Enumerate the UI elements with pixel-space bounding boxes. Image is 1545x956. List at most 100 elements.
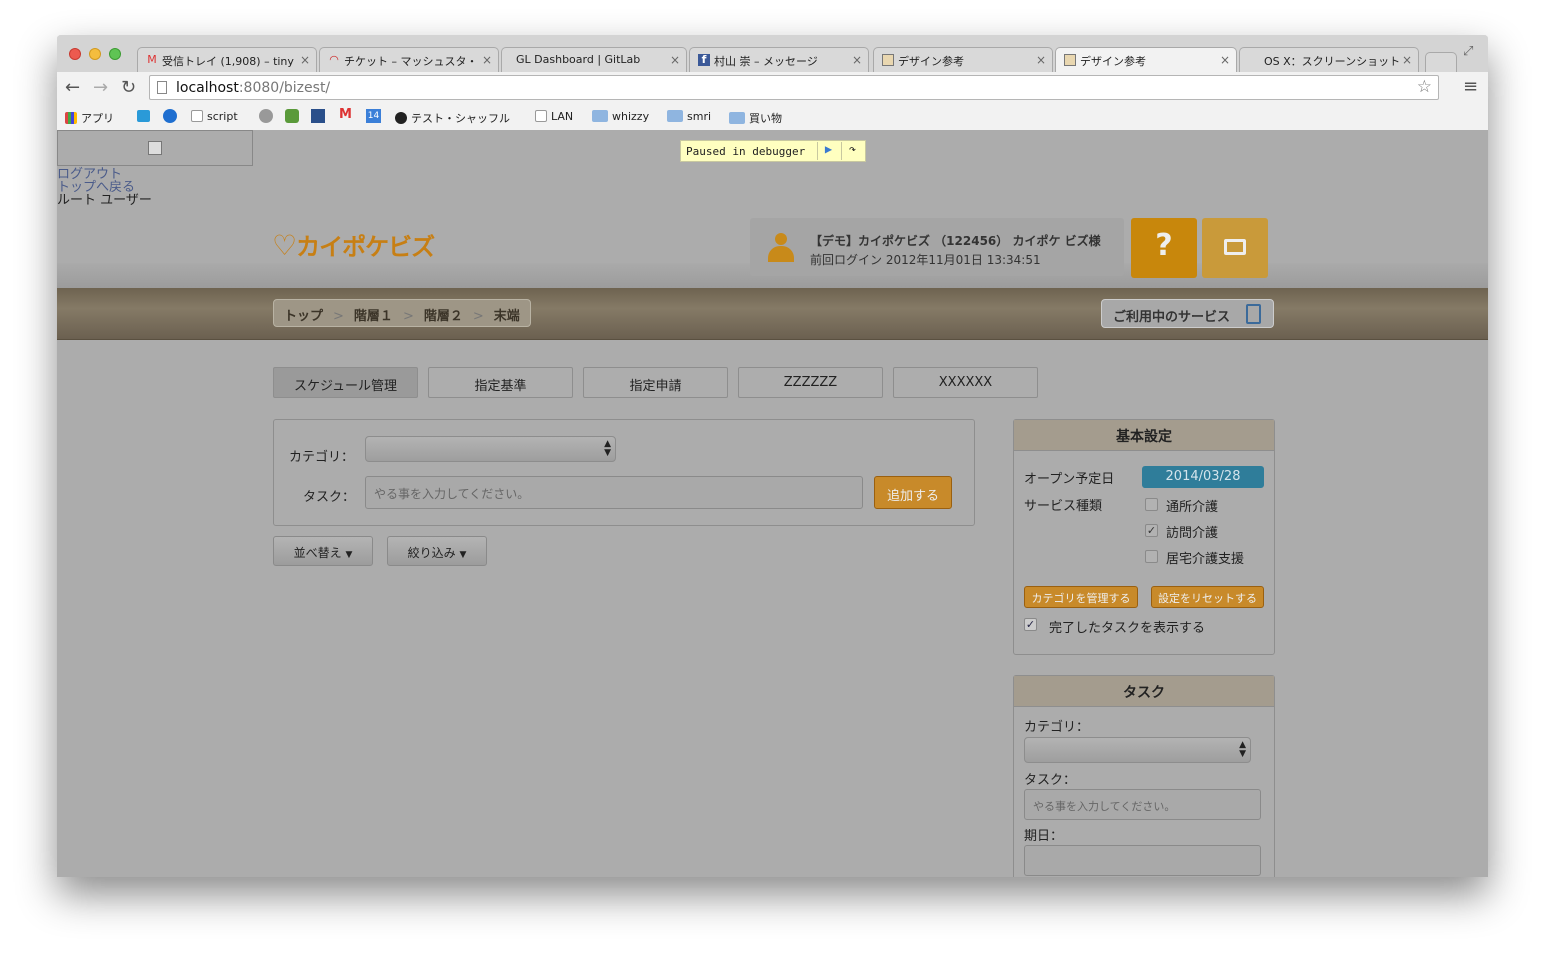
show-completed-checkbox[interactable]: ✓ — [1024, 618, 1037, 631]
close-tab-icon[interactable]: × — [482, 53, 492, 67]
breadcrumb: トップ > 階層１ > 階層２ > 末端 — [273, 299, 531, 327]
bookmark-apps[interactable]: アプリ — [65, 110, 114, 126]
close-tab-icon[interactable]: × — [670, 53, 680, 67]
category-select[interactable]: ▲ ▼ — [365, 436, 616, 462]
zoom-window-icon[interactable] — [109, 48, 121, 60]
close-tab-icon[interactable]: × — [1220, 53, 1230, 67]
service-checkbox[interactable] — [1145, 498, 1158, 511]
bookmark-icon-1[interactable] — [137, 110, 150, 122]
close-tab-icon[interactable]: × — [1036, 53, 1046, 67]
tab-schedule[interactable]: スケジュール管理 — [273, 367, 418, 398]
reset-settings-button[interactable]: 設定をリセットする — [1151, 586, 1264, 608]
checkmark-icon: ✓ — [1146, 524, 1157, 537]
services-button[interactable]: ご利用中のサービス — [1101, 299, 1274, 328]
bookmark-shuffle[interactable]: テスト・シャッフル — [395, 110, 510, 126]
task-name-input[interactable]: やる事を入力してください。 — [1024, 789, 1261, 820]
close-tab-icon[interactable]: × — [852, 53, 862, 67]
task-panel-title: タスク — [1014, 676, 1274, 707]
browser-tab[interactable]: デザイン参考 × — [873, 47, 1053, 72]
new-tab-button[interactable] — [1425, 52, 1457, 72]
logout-button[interactable] — [1202, 218, 1268, 278]
calendar-icon[interactable]: 14 — [366, 109, 381, 123]
minimize-window-icon[interactable] — [89, 48, 101, 60]
reload-icon[interactable]: ↻ — [121, 78, 136, 98]
category-label: カテゴリ： — [289, 450, 355, 465]
calculator-icon — [1246, 304, 1261, 324]
breadcrumb-item: 末端 — [493, 309, 520, 324]
select-arrows-icon: ▲ ▼ — [1239, 740, 1246, 759]
bookmark-star-icon[interactable]: ☆ — [1417, 77, 1432, 97]
tab-zzzzzz[interactable]: ZZZZZZ — [738, 367, 883, 398]
heart-logo-icon: ♡ — [272, 229, 297, 262]
settings-panel: 基本設定 オープン予定日 2014/03/28 サービス種類 通所介護 ✓ 訪問… — [1013, 419, 1275, 655]
browser-window: M 受信トレイ (1,908) – tiny × ◠ チケット – マッシュスタ・ × … — [57, 35, 1488, 877]
task-category-select[interactable]: ▲ ▼ — [1024, 737, 1251, 763]
caret-down-icon: ▼ — [345, 550, 353, 560]
service-type-label: サービス種類 — [1024, 499, 1103, 514]
filter-dropdown[interactable]: 絞り込み ▼ — [387, 536, 487, 566]
folder-icon — [592, 110, 608, 122]
browser-tab[interactable]: f 村山 崇 – メッセージ × — [689, 47, 869, 72]
browser-tab[interactable]: M 受信トレイ (1,908) – tiny × — [137, 47, 317, 72]
fullscreen-icon[interactable]: ⤢ — [1463, 44, 1473, 59]
task-name-label: タスク： — [1024, 773, 1077, 788]
open-date-value[interactable]: 2014/03/28 — [1142, 466, 1264, 488]
browser-tab[interactable]: OS X：スクリーンショット × — [1239, 47, 1419, 72]
open-date-label: オープン予定日 — [1024, 472, 1115, 487]
facebook-icon: f — [698, 54, 710, 66]
lock-icon — [1224, 239, 1246, 255]
close-tab-icon[interactable]: × — [300, 53, 310, 67]
gmail-icon[interactable]: M — [339, 107, 352, 122]
service-checkbox[interactable]: ✓ — [1145, 524, 1158, 537]
add-button[interactable]: 追加する — [874, 476, 952, 509]
page-content: ログアウト トップへ戻る ルート ユーザー Paused in debugger… — [57, 130, 1488, 877]
redmine-icon: ◠ — [329, 53, 339, 66]
close-tab-icon[interactable]: × — [1402, 53, 1412, 67]
apple-icon — [1248, 54, 1260, 66]
tab-criteria[interactable]: 指定基準 — [428, 367, 573, 398]
bookmark-icon-4[interactable] — [311, 109, 325, 123]
breadcrumb-item[interactable]: 階層２ — [424, 309, 463, 324]
user-info: 【デモ】カイポケビズ （122456） カイポケ ビズ様 前回ログイン 2012… — [750, 218, 1124, 276]
browser-tab[interactable]: ◠ チケット – マッシュスタ・ × — [319, 47, 499, 72]
back-icon[interactable]: ← — [65, 78, 80, 98]
tab-strip: M 受信トレイ (1,908) – tiny × ◠ チケット – マッシュスタ・ × … — [57, 35, 1488, 73]
logo[interactable]: ♡カイポケビズ — [272, 227, 435, 262]
task-input[interactable]: やる事を入力してください。 — [365, 476, 863, 509]
bookmark-lan[interactable]: LAN — [535, 110, 573, 123]
step-over-icon[interactable]: ↷ — [841, 142, 863, 160]
task-entry-panel: カテゴリ： ▲ ▼ タスク： やる事を入力してください。 追加する — [273, 419, 975, 526]
service-label: 居宅介護支援 — [1166, 552, 1245, 567]
sort-dropdown[interactable]: 並べ替え ▼ — [273, 536, 373, 566]
manage-category-button[interactable]: カテゴリを管理する — [1024, 586, 1138, 608]
tab-xxxxxx[interactable]: XXXXXX — [893, 367, 1038, 398]
browser-tab[interactable]: GL Dashboard | GitLab × — [501, 47, 687, 72]
evernote-icon[interactable] — [285, 109, 299, 123]
due-date-input[interactable] — [1024, 845, 1261, 876]
broken-image — [57, 130, 253, 166]
root-user-label: ルート ユーザー — [57, 193, 152, 208]
tab-application[interactable]: 指定申請 — [583, 367, 728, 398]
gmail-icon: M — [147, 53, 157, 66]
breadcrumb-item[interactable]: 階層１ — [354, 309, 393, 324]
forward-icon[interactable]: → — [93, 78, 108, 98]
browser-tab-active[interactable]: デザイン参考 × — [1055, 47, 1237, 73]
service-label: 通所介護 — [1166, 500, 1219, 515]
select-arrows-icon: ▲ ▼ — [604, 439, 611, 458]
breadcrumb-item[interactable]: トップ — [284, 309, 323, 324]
bookmark-shopping[interactable]: 買い物 — [729, 110, 782, 126]
close-window-icon[interactable] — [69, 48, 81, 60]
image-icon — [882, 54, 894, 66]
bookmark-icon-3[interactable] — [259, 109, 273, 123]
service-checkbox[interactable] — [1145, 550, 1158, 563]
bookmark-whizzy[interactable]: whizzy — [592, 110, 649, 123]
task-label: タスク： — [303, 490, 356, 505]
address-bar[interactable]: localhost:8080/bizest/ ☆ — [149, 75, 1439, 100]
resume-icon[interactable]: ▶ — [817, 142, 839, 160]
bookmark-icon-2[interactable] — [163, 109, 177, 123]
help-button[interactable]: ? — [1131, 218, 1197, 278]
bookmark-script[interactable]: script — [191, 110, 238, 123]
bookmark-smri[interactable]: smri — [667, 110, 711, 123]
menu-icon[interactable]: ≡ — [1463, 77, 1478, 97]
page-icon — [191, 110, 203, 122]
